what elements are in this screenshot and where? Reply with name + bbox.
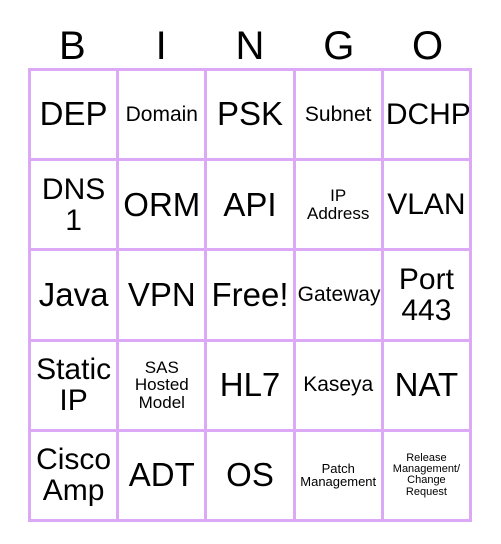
bingo-cell-label: Gateway	[297, 283, 381, 307]
bingo-cell-label: SAS Hosted Model	[134, 357, 189, 413]
bingo-cell-label: Cisco Amp	[36, 443, 112, 508]
bingo-cell-label: API	[223, 185, 277, 223]
bingo-cell-label: DNS 1	[41, 172, 106, 237]
bingo-cell-label: NAT	[394, 366, 459, 404]
bingo-cell[interactable]: DCHP	[383, 71, 473, 162]
bingo-cell-label: ADT	[128, 456, 195, 494]
bingo-cell[interactable]: VPN	[119, 251, 208, 342]
bingo-header-letter-n: N	[235, 24, 265, 68]
bingo-cell[interactable]: DEP	[31, 71, 120, 162]
bingo-cell[interactable]: DNS 1	[31, 161, 120, 252]
bingo-cell-label: HL7	[219, 366, 281, 404]
bingo-cell[interactable]: Cisco Amp	[31, 431, 120, 523]
bingo-cell[interactable]: VLAN	[383, 161, 473, 252]
bingo-cell-label: Release Management/ Change Request	[392, 451, 461, 498]
bingo-cell[interactable]: ORM	[119, 161, 208, 252]
bingo-cell[interactable]: Gateway	[295, 251, 384, 342]
bingo-cell[interactable]: SAS Hosted Model	[119, 341, 208, 432]
bingo-cell-label: PSK	[216, 95, 284, 133]
bingo-row: Static IP SAS Hosted Model HL7 Kaseya NA…	[31, 341, 473, 432]
bingo-cell-label: Patch Management	[300, 460, 377, 490]
bingo-header: B I N G O	[28, 16, 472, 66]
bingo-card: B I N G O DEP Domain PSK Subnet DCHP DNS…	[0, 0, 501, 544]
bingo-cell-label: DEP	[39, 95, 108, 133]
bingo-cell-label: VLAN	[387, 188, 466, 222]
bingo-cell[interactable]: Java	[31, 251, 120, 342]
bingo-row: DNS 1 ORM API IP Address VLAN	[31, 161, 473, 252]
bingo-cell-label: OS	[226, 456, 274, 494]
bingo-cell[interactable]: Release Management/ Change Request	[383, 431, 473, 523]
bingo-cell-label: VPN	[127, 275, 196, 313]
bingo-cell[interactable]: API	[207, 161, 296, 252]
bingo-header-letter-o: O	[412, 24, 444, 68]
bingo-header-letter-g: G	[323, 24, 355, 68]
bingo-cell[interactable]: HL7	[207, 341, 296, 432]
bingo-cell[interactable]: Port 443	[383, 251, 473, 342]
bingo-grid: DEP Domain PSK Subnet DCHP DNS 1 ORM API…	[28, 68, 473, 523]
bingo-cell[interactable]: ADT	[119, 431, 208, 523]
bingo-cell[interactable]: Domain	[119, 71, 208, 162]
bingo-cell-free[interactable]: Free!	[207, 251, 296, 342]
bingo-cell[interactable]: IP Address	[295, 161, 384, 252]
bingo-cell-label: DCHP	[385, 98, 471, 131]
bingo-cell[interactable]: NAT	[383, 341, 473, 432]
bingo-cell-label: Subnet	[304, 102, 372, 126]
bingo-cell-label: Static IP	[36, 353, 112, 418]
bingo-cell[interactable]: Static IP	[31, 341, 120, 432]
bingo-cell-label: ORM	[123, 185, 201, 223]
bingo-header-letter-i: I	[155, 24, 167, 68]
bingo-cell-label: Domain	[125, 102, 198, 126]
bingo-cell-label: Kaseya	[303, 373, 374, 397]
bingo-row: Java VPN Free! Gateway Port 443	[31, 251, 473, 342]
bingo-cell[interactable]: OS	[207, 431, 296, 523]
bingo-cell[interactable]: PSK	[207, 71, 296, 162]
bingo-row: Cisco Amp ADT OS Patch Management Releas…	[31, 431, 473, 523]
bingo-row: DEP Domain PSK Subnet DCHP	[31, 71, 473, 162]
bingo-cell-label: Java	[38, 275, 109, 313]
bingo-cell[interactable]: Patch Management	[295, 431, 384, 523]
bingo-cell[interactable]: Subnet	[295, 71, 384, 162]
bingo-cell-label: Free!	[211, 275, 289, 313]
bingo-cell-label: IP Address	[307, 186, 370, 223]
bingo-cell-label: Port 443	[398, 262, 454, 327]
bingo-header-letter-b: B	[59, 24, 86, 68]
bingo-cell[interactable]: Kaseya	[295, 341, 384, 432]
